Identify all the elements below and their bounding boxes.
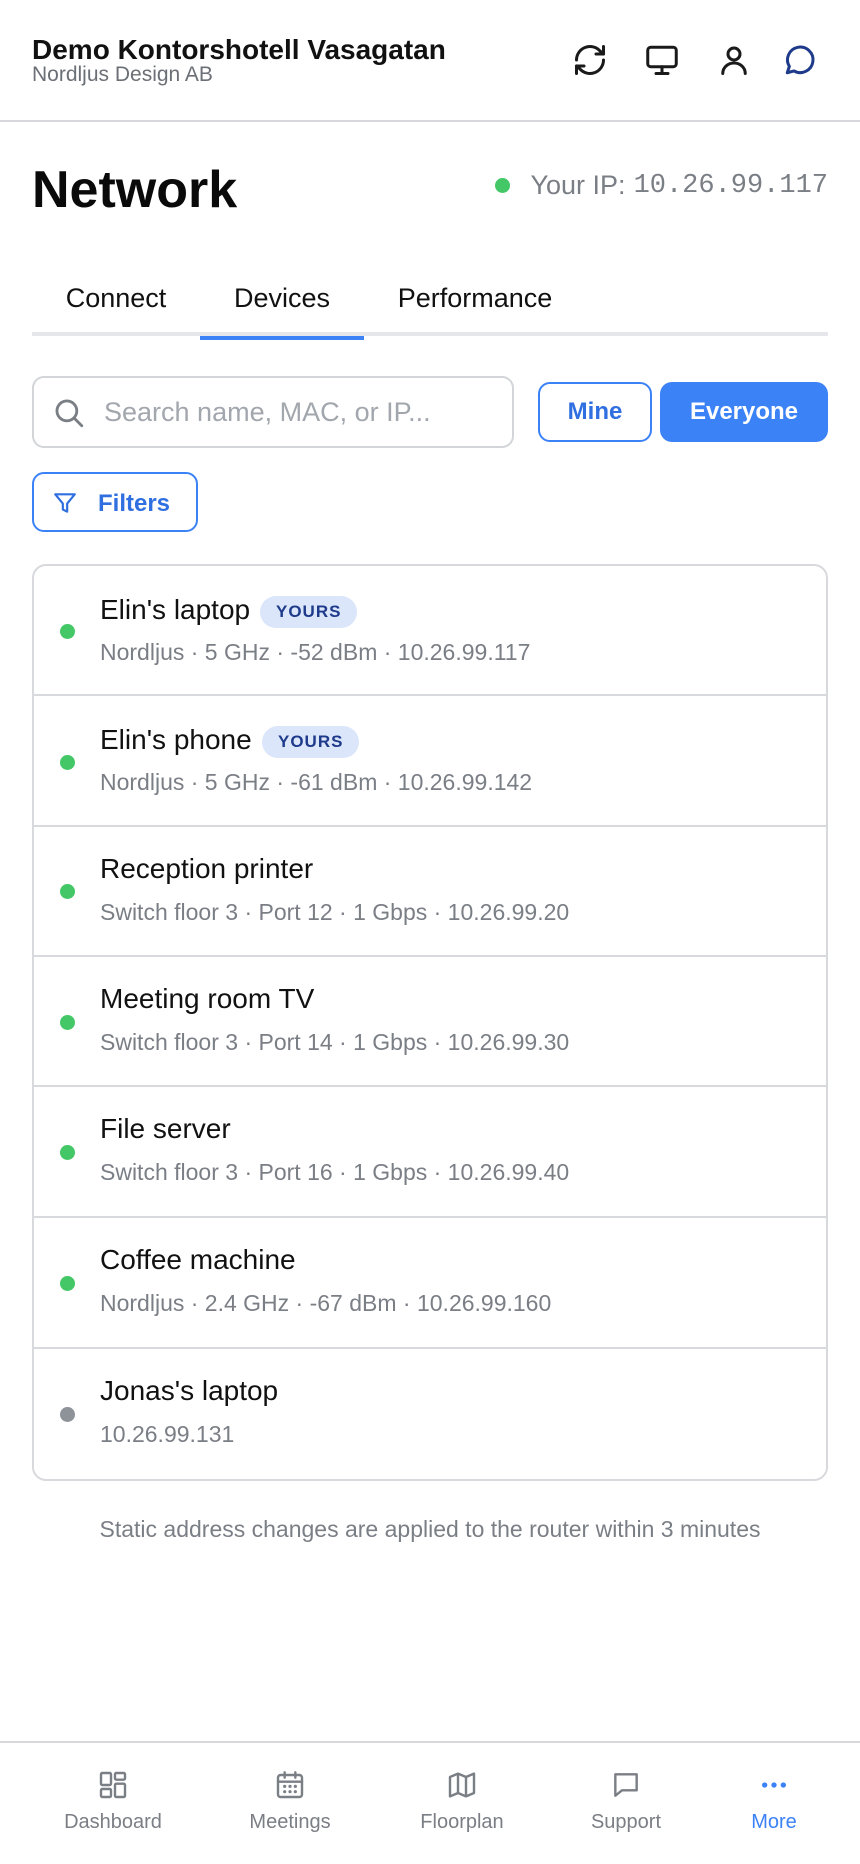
search-input[interactable] (104, 378, 504, 446)
status-dot-online (60, 755, 75, 770)
footnote: Static address changes are applied to th… (99, 1516, 761, 1542)
device-meta: Nordljus · 5 GHz · -52 dBm · 10.26.99.11… (100, 639, 531, 665)
status-dot-online (60, 1015, 75, 1030)
device-row-coffee-machine[interactable]: Coffee machine Nordljus · 2.4 GHz · -67 … (34, 1218, 826, 1349)
nav-label: Dashboard (64, 1811, 162, 1833)
status-dot-offline (60, 1407, 75, 1422)
ip-value: 10.26.99.117 (633, 170, 828, 201)
nav-label: Support (590, 1811, 662, 1833)
device-name: Jonas's laptop (100, 1375, 279, 1406)
device-row-file-server[interactable]: File server Switch floor 3 · Port 16 · 1… (34, 1087, 826, 1218)
tab-devices[interactable]: Devices (200, 270, 364, 340)
everyone-button[interactable]: Everyone (660, 382, 828, 442)
refresh-icon[interactable] (568, 38, 612, 82)
filters-button[interactable]: Filters (32, 472, 198, 532)
device-name: File server (100, 1113, 231, 1144)
nav-label: More (751, 1811, 797, 1833)
organization-name: Demo Kontorshotell Vasagatan (32, 34, 446, 65)
more-icon (762, 1782, 786, 1788)
nav-dashboard[interactable]: Dashboard (48, 1743, 178, 1864)
device-meta: Switch floor 3 · Port 12 · 1 Gbps · 10.2… (100, 899, 570, 925)
nav-support[interactable]: Support (566, 1743, 686, 1864)
search-icon (55, 399, 84, 428)
device-meta: Nordljus · 5 GHz · -61 dBm · 10.26.99.14… (100, 769, 533, 795)
nav-floorplan[interactable]: Floorplan (402, 1743, 522, 1864)
device-meta: Switch floor 3 · Port 14 · 1 Gbps · 10.2… (100, 1029, 570, 1055)
device-name: Coffee machine (100, 1244, 296, 1275)
mine-button[interactable]: Mine (538, 382, 652, 442)
top-bar: Demo Kontorshotell Vasagatan Nordljus De… (0, 0, 860, 122)
device-row-jonass-laptop[interactable]: Jonas's laptop 10.26.99.131 (34, 1349, 826, 1479)
filters-label: Filters (98, 490, 171, 517)
status-dot-online (60, 1145, 75, 1160)
status-dot-online (60, 624, 75, 639)
nav-meetings[interactable]: Meetings (230, 1743, 350, 1864)
chat-icon[interactable] (778, 38, 822, 82)
search-box (32, 376, 514, 448)
map-icon (448, 1772, 476, 1798)
user-icon[interactable] (712, 38, 756, 82)
ip-indicator: Your IP: 10.26.99.117 (495, 170, 828, 201)
device-name: Meeting room TV (100, 983, 315, 1014)
device-row-reception-printer[interactable]: Reception printer Switch floor 3 · Port … (34, 827, 826, 957)
nav-more[interactable]: More (724, 1743, 824, 1864)
nav-label: Floorplan (420, 1811, 504, 1833)
page-title: Network (32, 161, 238, 219)
device-list: Elin's laptop YOURS Nordljus · 5 GHz · -… (32, 564, 828, 1481)
yours-badge: YOURS (260, 596, 358, 628)
organization-subtitle: Nordljus Design AB (32, 63, 213, 86)
device-row-elins-phone[interactable]: Elin's phone YOURS Nordljus · 5 GHz · -6… (34, 696, 826, 827)
device-name: Reception printer (100, 853, 314, 884)
device-row-meeting-room-tv[interactable]: Meeting room TV Switch floor 3 · Port 14… (34, 957, 826, 1087)
status-dot-online (60, 1276, 75, 1291)
status-dot-online (60, 884, 75, 899)
tab-bar: Connect Devices Performance (32, 270, 828, 340)
monitor-icon[interactable] (640, 38, 684, 82)
bottom-nav: Dashboard Meetings Floorplan Support Mor… (0, 1741, 860, 1864)
dashboard-icon (99, 1771, 127, 1799)
ip-label: Your IP: (530, 170, 626, 200)
tab-performance[interactable]: Performance (364, 270, 586, 336)
device-meta: Nordljus · 2.4 GHz · -67 dBm · 10.26.99.… (100, 1290, 552, 1316)
device-meta: 10.26.99.131 (100, 1421, 235, 1447)
filter-icon (54, 493, 76, 513)
device-name: Elin's laptop (100, 594, 251, 625)
tab-connect[interactable]: Connect (32, 270, 200, 336)
yours-badge: YOURS (262, 726, 360, 758)
device-row-elins-laptop[interactable]: Elin's laptop YOURS Nordljus · 5 GHz · -… (34, 566, 826, 696)
device-meta: Switch floor 3 · Port 16 · 1 Gbps · 10.2… (100, 1159, 570, 1185)
calendar-icon (276, 1771, 304, 1799)
nav-label: Meetings (249, 1811, 331, 1833)
ip-status-dot (495, 178, 511, 193)
chat-icon (614, 1773, 638, 1797)
device-name: Elin's phone (100, 724, 252, 755)
